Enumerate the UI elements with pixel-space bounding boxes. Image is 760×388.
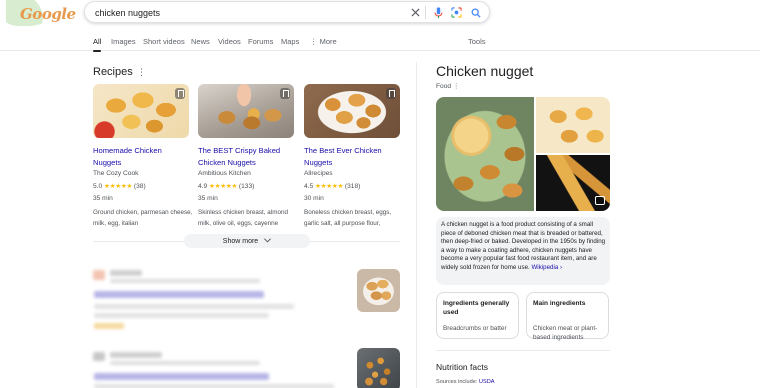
recipe-rating: 4.9 ★★★★★ (133) — [198, 182, 254, 190]
wikipedia-link[interactable]: Wikipedia — [531, 264, 558, 271]
tab-more-label: More — [319, 37, 337, 46]
site-favicon — [93, 352, 105, 361]
recipe-card[interactable]: The BEST Crispy Baked Chicken Nuggets Am… — [198, 84, 296, 227]
recipe-source: Allrecipes — [304, 170, 333, 177]
recipe-image — [198, 84, 294, 138]
chevron-right-icon: › — [558, 263, 563, 271]
recipe-source: The Cozy Cook — [93, 170, 139, 177]
result-thumbnail[interactable] — [357, 269, 400, 312]
recipe-title[interactable]: The Best Ever Chicken Nuggets — [304, 145, 402, 169]
kp-title: Chicken nugget — [436, 63, 534, 79]
search-input[interactable] — [95, 5, 395, 20]
kp-divider — [436, 350, 610, 351]
microphone-icon[interactable] — [431, 5, 446, 20]
kp-description: A chicken nugget is a food product consi… — [441, 221, 607, 273]
search-tabs: All Images Short videos News Videos Foru… — [0, 33, 760, 52]
more-options-icon[interactable]: ⋮ — [137, 67, 146, 78]
gallery-icon[interactable] — [595, 196, 605, 205]
kp-fact-card[interactable]: Main ingredients Chicken meat or plant-b… — [526, 292, 609, 341]
result-snippet-blurred — [94, 384, 334, 388]
bookmark-icon[interactable] — [280, 88, 290, 99]
tab-short-videos[interactable]: Short videos — [143, 37, 185, 46]
fact-heading: Ingredients generally used — [443, 300, 510, 317]
show-more-label: Show more — [222, 237, 259, 245]
recipe-rating: 5.0 ★★★★★ (38) — [93, 182, 146, 190]
logo-text: Google — [20, 5, 76, 23]
recipe-image — [304, 84, 400, 138]
search-icon[interactable] — [468, 5, 483, 20]
review-count: (318) — [344, 183, 361, 190]
rating-value: 4.5 — [304, 183, 314, 190]
result-title-blurred — [94, 291, 264, 298]
chevron-down-icon — [264, 237, 272, 245]
kp-subtitle-text: Food — [436, 83, 452, 90]
sources-label: Sources include: — [436, 379, 478, 385]
tab-images[interactable]: Images — [111, 37, 136, 46]
recipe-image — [93, 84, 189, 138]
tab-videos[interactable]: Videos — [218, 37, 241, 46]
star-icons: ★★★★★ — [315, 183, 344, 190]
tab-news[interactable]: News — [191, 37, 210, 46]
kp-description-text: A chicken nugget is a food product consi… — [441, 221, 606, 271]
tools-button[interactable]: Tools — [468, 37, 486, 46]
tab-all[interactable]: All — [93, 37, 102, 52]
recipe-title[interactable]: Homemade Chicken Nuggets — [93, 145, 191, 169]
more-vert-icon: ⋮ — [310, 37, 320, 46]
recipe-time: 35 min — [93, 195, 113, 202]
result-tag-blurred — [94, 323, 124, 329]
kp-fact-card[interactable]: Ingredients generally used Breadcrumbs o… — [436, 292, 519, 339]
fact-value: Chicken meat or plant-based ingredients — [533, 325, 598, 341]
panel-divider — [416, 62, 417, 388]
bookmark-icon[interactable] — [386, 88, 396, 99]
more-options-icon[interactable]: ⋮ — [453, 83, 460, 90]
kp-subtitle: Food ⋮ — [436, 82, 459, 90]
kp-image-top-right[interactable] — [536, 97, 610, 153]
result-title-blurred — [94, 373, 269, 380]
rating-value: 4.9 — [198, 183, 208, 190]
tab-maps[interactable]: Maps — [281, 37, 299, 46]
result-snippet-blurred — [94, 304, 294, 309]
rating-value: 5.0 — [93, 183, 103, 190]
result-snippet-blurred — [94, 313, 269, 318]
recipe-time: 30 min — [304, 195, 324, 202]
site-favicon — [93, 270, 105, 280]
nutrition-facts-heading: Nutrition facts — [436, 362, 488, 372]
recipe-ingredients: Skinless chicken breast, almond milk, ol… — [198, 209, 288, 227]
tab-more[interactable]: ⋮ More — [310, 37, 337, 46]
kp-image-main[interactable] — [436, 97, 534, 211]
star-icons: ★★★★★ — [104, 183, 133, 190]
fact-value: Breadcrumbs or batter — [443, 325, 507, 332]
recipe-card[interactable]: Homemade Chicken Nuggets The Cozy Cook 5… — [93, 84, 192, 227]
recipe-rating: 4.5 ★★★★★ (318) — [304, 182, 360, 190]
recipes-heading: Recipes — [93, 66, 133, 78]
recipe-source: Ambitious Kitchen — [198, 170, 251, 177]
clear-icon[interactable] — [408, 5, 423, 20]
kp-image-bottom-right[interactable] — [536, 155, 610, 211]
recipe-time: 35 min — [198, 195, 218, 202]
review-count: (133) — [238, 183, 255, 190]
recipe-ingredients: Ground chicken, parmesan cheese, milk, e… — [93, 209, 193, 227]
star-icons: ★★★★★ — [209, 183, 238, 190]
search-divider — [425, 6, 426, 19]
recipe-card[interactable]: The Best Ever Chicken Nuggets Allrecipes… — [304, 84, 402, 227]
site-url-blurred — [110, 279, 260, 283]
kp-image-collage[interactable] — [436, 97, 610, 211]
review-count: (38) — [133, 183, 146, 190]
usda-link[interactable]: USDA — [479, 379, 495, 385]
bookmark-icon[interactable] — [175, 88, 185, 99]
site-name-blurred — [110, 352, 162, 358]
recipe-ingredients: Boneless chicken breast, eggs, garlic sa… — [304, 209, 392, 227]
camera-lens-icon[interactable] — [449, 5, 464, 20]
site-url-blurred — [110, 361, 260, 365]
result-thumbnail[interactable] — [357, 348, 400, 388]
site-name-blurred — [110, 270, 142, 276]
google-logo[interactable]: Google — [6, 0, 76, 28]
nutrition-sources: Sources include: USDA — [436, 379, 494, 385]
tab-forums[interactable]: Forums — [248, 37, 273, 46]
recipe-title[interactable]: The BEST Crispy Baked Chicken Nuggets — [198, 145, 296, 169]
fact-heading: Main ingredients — [533, 300, 586, 307]
show-more-button[interactable]: Show more — [184, 234, 310, 248]
search-box[interactable] — [84, 1, 490, 23]
